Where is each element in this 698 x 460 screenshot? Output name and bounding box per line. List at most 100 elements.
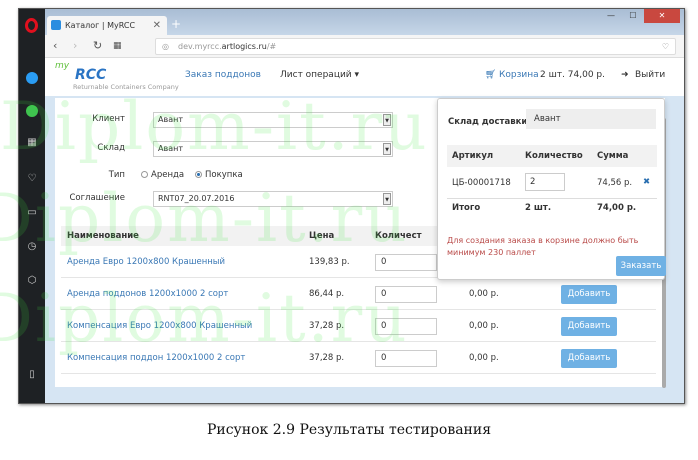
product-name-link[interactable]: Компенсация Евро 1200х800 Крашенный [67, 321, 252, 331]
client-label: Клиент [92, 114, 125, 124]
logo-my: my [55, 61, 70, 71]
tab-title: Каталог | MyRCC [65, 21, 136, 30]
bookmark-heart-icon[interactable]: ♡ [662, 39, 669, 54]
radio-rent[interactable]: Аренда [141, 170, 184, 180]
quantity-input[interactable]: 0 [375, 286, 437, 303]
add-button[interactable]: Добавить [561, 317, 617, 336]
delivery-warehouse-label: Склад доставки: [448, 117, 531, 127]
extensions-cube-icon[interactable]: ⬡ [26, 275, 38, 287]
cart-item-sum: 74,56 р. [597, 178, 633, 188]
quantity-input[interactable]: 0 [375, 254, 437, 271]
cart-total-qty: 2 шт. [525, 203, 552, 213]
warehouse-select[interactable]: Авант ▼ [153, 141, 393, 157]
figure-caption: Рисунок 2.9 Результаты тестирования [206, 422, 492, 438]
cart-col-sum: Сумма [597, 151, 629, 161]
speed-dial-icon[interactable]: ▦ [26, 137, 38, 149]
remove-item-icon[interactable]: ✖ [643, 177, 650, 187]
logo-rcc: RCC [75, 67, 107, 83]
reload-icon[interactable]: ↻ [93, 39, 102, 52]
close-tab-icon[interactable]: ✕ [153, 16, 161, 35]
cart-item-qty-input[interactable]: 2 [525, 173, 565, 191]
whatsapp-icon[interactable] [26, 105, 38, 117]
product-name-link[interactable]: Аренда поддонов 1200х1000 2 сорт [67, 289, 228, 299]
delivery-warehouse-value: Авант [526, 109, 656, 129]
logout-icon: ➜ [621, 70, 629, 80]
cart-summary: 2 шт. 74,00 р. [540, 70, 605, 80]
table-row: Компенсация поддон 1200х1000 2 сорт 37,2… [61, 343, 656, 374]
cart-col-article: Артикул [452, 151, 494, 161]
new-tab-button[interactable]: + [171, 17, 181, 31]
table-row: Компенсация Евро 1200х800 Крашенный 37,2… [61, 311, 656, 342]
cart-popover: Склад доставки: Авант Артикул Количество… [437, 98, 666, 280]
back-icon[interactable]: ‹ [53, 39, 57, 52]
quantity-input[interactable]: 0 [375, 318, 437, 335]
col-price: Цена [309, 231, 335, 241]
nav-order-pallets[interactable]: Заказ поддонов [185, 70, 261, 80]
radio-purchase[interactable]: Покупка [195, 170, 243, 180]
cart-link[interactable]: Корзина [499, 70, 539, 80]
messenger-icon[interactable] [26, 72, 38, 84]
site-header: my RCC Returnable Containers Company Заказ… [45, 58, 684, 96]
product-price: 139,83 р. [309, 257, 350, 267]
logo-subtitle: Returnable Containers Company [73, 83, 179, 91]
cart-total-sum: 74,00 р. [597, 203, 637, 213]
tab-catalog[interactable]: Каталог | MyRCC ✕ [47, 16, 167, 35]
product-sum: 0,00 р. [469, 321, 499, 331]
cart-item-article: ЦБ-00001718 [452, 178, 511, 188]
cart-item-row: ЦБ-00001718 2 74,56 р. ✖ [447, 169, 657, 199]
product-name-link[interactable]: Аренда Евро 1200х800 Крашенный [67, 257, 225, 267]
product-price: 86,44 р. [309, 289, 345, 299]
opera-sidebar: ▦ ♡ ▭ ◷ ⬡ ▯ [19, 9, 45, 403]
quantity-input[interactable]: 0 [375, 350, 437, 367]
add-button[interactable]: Добавить [561, 349, 617, 368]
cart-icon: 🛒︎ [485, 70, 497, 80]
browser-window: Каталог | MyRCC ✕ + — ☐ ✕ ▦ ♡ ▭ ◷ ⬡ ▯ ‹ › ↻… [18, 8, 685, 404]
dropdown-arrow-icon: ▼ [383, 193, 391, 205]
opera-logo-icon[interactable] [25, 18, 38, 33]
order-button[interactable]: Заказать [616, 256, 666, 276]
agreement-select[interactable]: RNT07_20.07.2016 ▼ [153, 191, 393, 207]
url-domain: artlogics.ru [221, 42, 267, 51]
radio-icon [141, 171, 148, 178]
history-clock-icon[interactable]: ◷ [26, 241, 38, 253]
product-name-link[interactable]: Компенсация поддон 1200х1000 2 сорт [67, 353, 245, 363]
minimize-button[interactable]: — [600, 9, 622, 23]
agreement-value: RNT07_20.07.2016 [158, 194, 235, 203]
cart-total-label: Итого [452, 203, 481, 213]
product-price: 37,28 р. [309, 353, 345, 363]
table-row: Аренда поддонов 1200х1000 2 сорт 86,44 р… [61, 279, 656, 310]
url-suffix: /# [266, 42, 277, 51]
sidebar-toggle-icon[interactable]: ▯ [26, 369, 38, 381]
client-value: Авант [158, 115, 183, 124]
product-price: 37,28 р. [309, 321, 345, 331]
dropdown-arrow-icon: ▼ [383, 114, 391, 126]
col-name: Наименование [67, 231, 139, 241]
forward-icon[interactable]: › [73, 39, 77, 52]
agreement-label: Соглашение [69, 193, 125, 203]
address-bar: ‹ › ↻ ▦ ◎ dev.myrcc.artlogics.ru/# ♡ [45, 35, 684, 58]
warehouse-label: Склад [97, 143, 125, 153]
warehouse-value: Авант [158, 144, 183, 153]
favicon-icon [51, 20, 61, 30]
news-icon[interactable]: ▭ [26, 207, 38, 219]
client-select[interactable]: Авант ▼ [153, 112, 393, 128]
product-sum: 0,00 р. [469, 353, 499, 363]
col-qty: Количест [375, 231, 422, 241]
logo[interactable]: my RCC Returnable Containers Company [55, 61, 179, 91]
product-sum: 0,00 р. [469, 289, 499, 299]
cart-table-header: Артикул Количество Сумма [447, 145, 657, 167]
tabs-grid-icon[interactable]: ▦ [113, 41, 122, 51]
add-button[interactable]: Добавить [561, 285, 617, 304]
url-prefix: dev.myrcc. [178, 42, 222, 51]
page: my RCC Returnable Containers Company Заказ… [45, 58, 684, 403]
radio-checked-icon [195, 171, 202, 178]
logout-link[interactable]: Выйти [635, 70, 665, 80]
url-field[interactable]: ◎ dev.myrcc.artlogics.ru/# ♡ [155, 38, 676, 55]
title-bar: Каталог | MyRCC ✕ + — ☐ ✕ [19, 9, 684, 35]
radio-rent-label: Аренда [151, 170, 185, 180]
maximize-button[interactable]: ☐ [622, 9, 644, 23]
heart-icon[interactable]: ♡ [26, 173, 38, 185]
close-window-button[interactable]: ✕ [644, 9, 680, 23]
nav-operations-dropdown[interactable]: Лист операций ▾ [280, 70, 359, 80]
globe-icon: ◎ [162, 42, 169, 51]
